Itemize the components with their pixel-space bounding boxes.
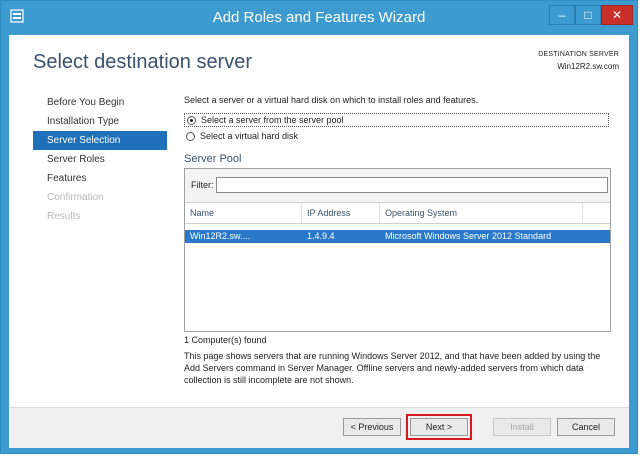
maximize-icon: □ <box>584 8 592 22</box>
option-server-pool-label: Select a server from the server pool <box>201 115 344 125</box>
nav-item-results: Results <box>47 211 81 222</box>
filter-input[interactable] <box>216 177 608 193</box>
nav-item-server-roles[interactable]: Server Roles <box>33 150 167 169</box>
title-bar[interactable]: Add Roles and Features Wizard – □ ✕ <box>1 1 637 35</box>
description-text: This page shows servers that are running… <box>184 351 601 385</box>
nav-item-features[interactable]: Features <box>33 169 167 188</box>
next-button[interactable]: Next > <box>406 414 472 440</box>
nav-item-confirmation: Confirmation <box>47 192 104 203</box>
option-virtual-hard-disk-label: Select a virtual hard disk <box>200 131 299 141</box>
table-row[interactable]: Win12R2.sw.... 1.4.9.4 Microsoft Windows… <box>185 230 610 243</box>
server-name-cell: Win12R2.sw.... <box>190 231 251 241</box>
wizard-footer: < Previous Next > Install Cancel <box>9 407 629 448</box>
destination-server: DESTINATION SERVER Win12R2.sw.com <box>538 49 619 73</box>
server-pool-grid: Filter: Name IP Address Operating System… <box>184 168 611 332</box>
close-icon: ✕ <box>611 8 623 22</box>
column-header-ip-address[interactable]: IP Address <box>302 203 380 223</box>
column-header-operating-system[interactable]: Operating System <box>380 203 583 223</box>
computer-count: 1 Computer(s) found <box>184 335 267 345</box>
destination-server-label: DESTINATION SERVER <box>538 51 619 58</box>
filter-label: Filter: <box>191 180 214 190</box>
nav-item-installation-type[interactable]: Installation Type <box>33 112 167 131</box>
option-virtual-hard-disk[interactable]: Select a virtual hard disk <box>184 129 298 143</box>
cancel-button[interactable]: Cancel <box>557 418 615 436</box>
nav-item-server-selection[interactable]: Server Selection <box>33 131 167 150</box>
destination-server-value: Win12R2.sw.com <box>557 62 619 71</box>
minimize-button[interactable]: – <box>549 5 575 25</box>
wizard-nav: Before You Begin Installation Type Serve… <box>33 93 167 226</box>
nav-item-before-you-begin[interactable]: Before You Begin <box>33 93 167 112</box>
server-pool-title: Server Pool <box>184 153 242 165</box>
option-server-pool[interactable]: Select a server from the server pool <box>184 113 609 127</box>
install-button: Install <box>493 418 551 436</box>
column-header-name[interactable]: Name <box>185 203 302 223</box>
radio-unselected-icon[interactable] <box>186 131 195 141</box>
filter-bar: Filter: <box>185 169 610 203</box>
wizard-window: Add Roles and Features Wizard – □ ✕ Sele… <box>0 0 638 454</box>
minimize-icon: – <box>558 8 566 22</box>
grid-header: Name IP Address Operating System <box>185 203 610 224</box>
maximize-button[interactable]: □ <box>575 5 601 25</box>
radio-selected-icon[interactable] <box>187 115 196 125</box>
instruction-text: Select a server or a virtual hard disk o… <box>184 95 479 105</box>
server-ip-cell: 1.4.9.4 <box>307 231 335 241</box>
wizard-client-area: Select destination server DESTINATION SE… <box>9 35 629 448</box>
previous-button[interactable]: < Previous <box>343 418 401 436</box>
page-title: Select destination server <box>33 51 253 73</box>
close-button[interactable]: ✕ <box>601 5 633 25</box>
server-os-cell: Microsoft Windows Server 2012 Standard <box>385 231 552 241</box>
window-title: Add Roles and Features Wizard <box>212 9 426 26</box>
